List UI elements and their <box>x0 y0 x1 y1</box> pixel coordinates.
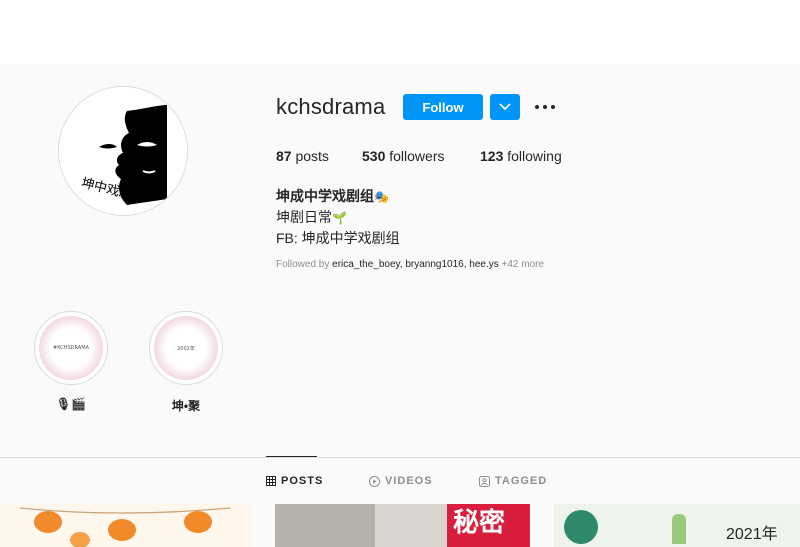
profile-username: kchsdrama <box>276 94 386 119</box>
grid-icon <box>266 476 276 486</box>
posts-count: 87 posts <box>276 148 329 164</box>
tab-videos[interactable]: VIDEOS <box>369 475 433 487</box>
post-thumbnail[interactable] <box>0 504 251 547</box>
more-options-icon <box>535 105 555 109</box>
logo-badge <box>564 510 598 544</box>
post-thumbnail[interactable]: 2021年 <box>554 504 800 547</box>
followed-by-text[interactable]: Followed by erica_the_boey, bryanng1016,… <box>276 259 544 270</box>
highlight-cover: #KCHSDRAMA <box>34 311 108 385</box>
tab-posts[interactable]: POSTS <box>266 475 323 487</box>
options-button[interactable] <box>532 98 558 116</box>
plant-graphic <box>672 514 686 544</box>
tab-tagged[interactable]: TAGGED <box>479 475 547 487</box>
story-highlight[interactable]: #KCHSDRAMA 🎙🎬 <box>33 311 109 411</box>
following-link[interactable]: 123 following <box>480 148 562 164</box>
play-icon <box>369 475 380 487</box>
chevron-down-icon <box>499 103 511 111</box>
tag-icon <box>479 475 490 487</box>
highlight-label: 🎙🎬 <box>55 397 87 411</box>
tabs-divider <box>0 457 800 458</box>
post-thumbnail[interactable]: 秘密 <box>275 504 530 547</box>
active-tab-indicator <box>266 456 317 457</box>
theater-masks-emoji: 🎭 <box>374 190 389 204</box>
highlight-label: 坤•聚 <box>171 399 201 413</box>
bio-full-name: 坤成中学戏剧组🎭 <box>276 188 389 204</box>
lanterns-image <box>19 507 231 547</box>
bio-facebook-line: FB: 坤成中学戏剧组 <box>276 230 400 246</box>
photo-region <box>275 504 375 547</box>
story-highlight[interactable]: 2002年 坤•聚 <box>148 311 224 414</box>
top-navigation-bar <box>0 0 800 64</box>
post-year-text: 2021年 <box>726 526 778 543</box>
bio-line: 坤剧日常🌱 <box>276 209 347 225</box>
drama-mask-logo: 坤中戏剧 <box>59 87 187 215</box>
suggested-accounts-dropdown-button[interactable] <box>490 94 520 120</box>
post-title-text: 秘密 <box>453 508 506 538</box>
profile-avatar[interactable]: 坤中戏剧 <box>58 86 188 216</box>
highlight-cover: 2002年 <box>149 311 223 385</box>
followers-link[interactable]: 530 followers <box>362 148 445 164</box>
follow-button[interactable]: Follow <box>403 94 483 120</box>
seedling-emoji: 🌱 <box>332 211 347 225</box>
